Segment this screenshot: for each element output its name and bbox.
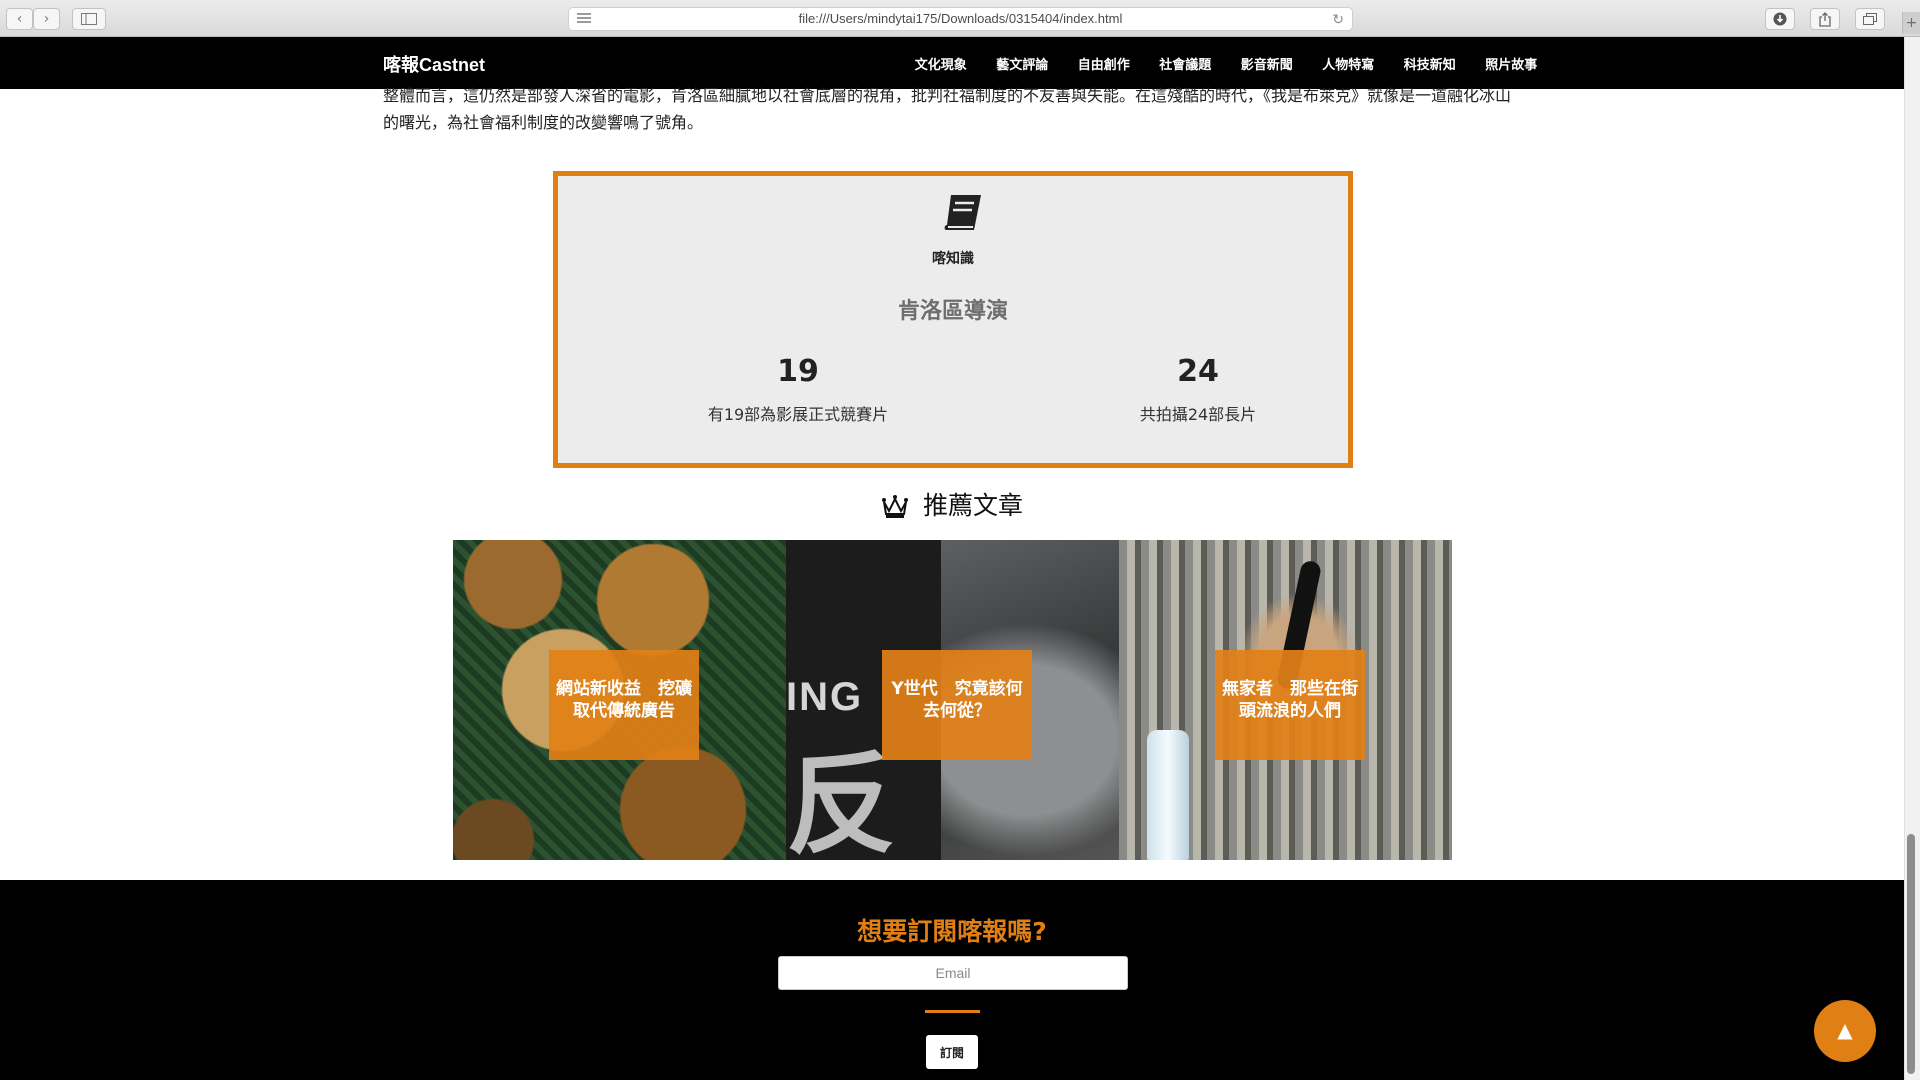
article-card-title[interactable]: 網站新收益 挖礦取代傳統廣告 bbox=[549, 650, 699, 760]
scrollbar-thumb[interactable] bbox=[1907, 834, 1915, 1074]
email-field[interactable] bbox=[778, 956, 1128, 990]
knowledge-title: 肯洛區導演 bbox=[897, 299, 1008, 324]
menu-item-photo-story[interactable]: 照片故事 bbox=[1471, 54, 1553, 73]
menu-item-video-news[interactable]: 影音新聞 bbox=[1226, 54, 1308, 73]
menu-item-free-creation[interactable]: 自由創作 bbox=[1063, 54, 1145, 73]
article-card-bitcoin[interactable]: 網站新收益 挖礦取代傳統廣告 bbox=[453, 540, 786, 860]
subscribe-footer: 想要訂閱喀報嗎? 訂閱 bbox=[0, 880, 1904, 1080]
recommended-heading: 推薦文章 bbox=[0, 486, 1904, 522]
back-to-top-button[interactable]: ▲ bbox=[1814, 1000, 1876, 1062]
menu-item-culture[interactable]: 文化現象 bbox=[900, 54, 982, 73]
knowledge-box: 喀知識 肯洛區導演 19 有19部為影展正式競賽片 24 共拍攝24部長片 bbox=[553, 171, 1353, 468]
menu-item-art-review[interactable]: 藝文評論 bbox=[982, 54, 1064, 73]
subscribe-title: 想要訂閱喀報嗎? bbox=[857, 917, 1047, 946]
menu-item-tech[interactable]: 科技新知 bbox=[1389, 54, 1471, 73]
article-card-homeless[interactable]: 無家者 那些在街頭流浪的人們 bbox=[1119, 540, 1452, 860]
bottle-image bbox=[1147, 730, 1189, 860]
recommended-cards: 網站新收益 挖礦取代傳統廣告 ING 反 Y世代 究竟該何去何從？ 無家者 那些… bbox=[453, 540, 1452, 860]
crown-icon bbox=[882, 495, 909, 518]
image-text: ING bbox=[786, 675, 864, 719]
article-card-title[interactable]: 無家者 那些在街頭流浪的人們 bbox=[1215, 650, 1365, 760]
reader-icon[interactable] bbox=[577, 13, 591, 25]
recommended-title: 推薦文章 bbox=[922, 491, 1023, 520]
downloads-icon[interactable] bbox=[1765, 8, 1795, 30]
article-card-title[interactable]: Y世代 究竟該何去何從？ bbox=[882, 650, 1032, 760]
forward-button[interactable]: › bbox=[33, 8, 60, 30]
reload-icon[interactable]: ↻ bbox=[1332, 8, 1344, 30]
stat-number: 24 bbox=[1177, 354, 1219, 389]
main-menu: 文化現象 藝文評論 自由創作 社會議題 影音新聞 人物特寫 科技新知 照片故事 bbox=[900, 54, 1552, 73]
site-logo[interactable]: 喀報Castnet bbox=[383, 51, 485, 77]
article-card-y-generation[interactable]: ING 反 Y世代 究竟該何去何從？ bbox=[786, 540, 1119, 860]
stat-competition: 19 有19部為影展正式競賽片 bbox=[648, 354, 948, 425]
article-paragraph: 整體而言，這仍然是部發人深省的電影，肯洛區細膩地以社會底層的視角，批判社福制度的… bbox=[383, 86, 1512, 132]
book-icon bbox=[944, 195, 981, 230]
divider bbox=[925, 1010, 980, 1013]
stat-features: 24 共拍攝24部長片 bbox=[1048, 354, 1348, 425]
new-tab-button[interactable]: + bbox=[1902, 12, 1920, 34]
browser-toolbar: ‹ › file:///Users/mindytai175/Downloads/… bbox=[0, 0, 1920, 37]
stat-description: 共拍攝24部長片 bbox=[1139, 405, 1257, 424]
menu-item-people[interactable]: 人物特寫 bbox=[1308, 54, 1390, 73]
image-text: 反 bbox=[786, 741, 896, 860]
menu-item-social-issues[interactable]: 社會議題 bbox=[1145, 54, 1227, 73]
subscribe-button[interactable]: 訂閱 bbox=[926, 1035, 978, 1069]
address-bar[interactable]: file:///Users/mindytai175/Downloads/0315… bbox=[568, 7, 1353, 31]
stat-number: 19 bbox=[777, 354, 819, 389]
tabs-overview-icon[interactable] bbox=[1855, 8, 1885, 30]
url-text: file:///Users/mindytai175/Downloads/0315… bbox=[798, 11, 1123, 26]
share-icon[interactable] bbox=[1810, 8, 1840, 30]
knowledge-label: 喀知識 bbox=[932, 251, 974, 267]
sidebar-toggle-icon[interactable] bbox=[72, 8, 106, 30]
back-button[interactable]: ‹ bbox=[6, 8, 33, 30]
stat-description: 有19部為影展正式競賽片 bbox=[707, 405, 889, 424]
